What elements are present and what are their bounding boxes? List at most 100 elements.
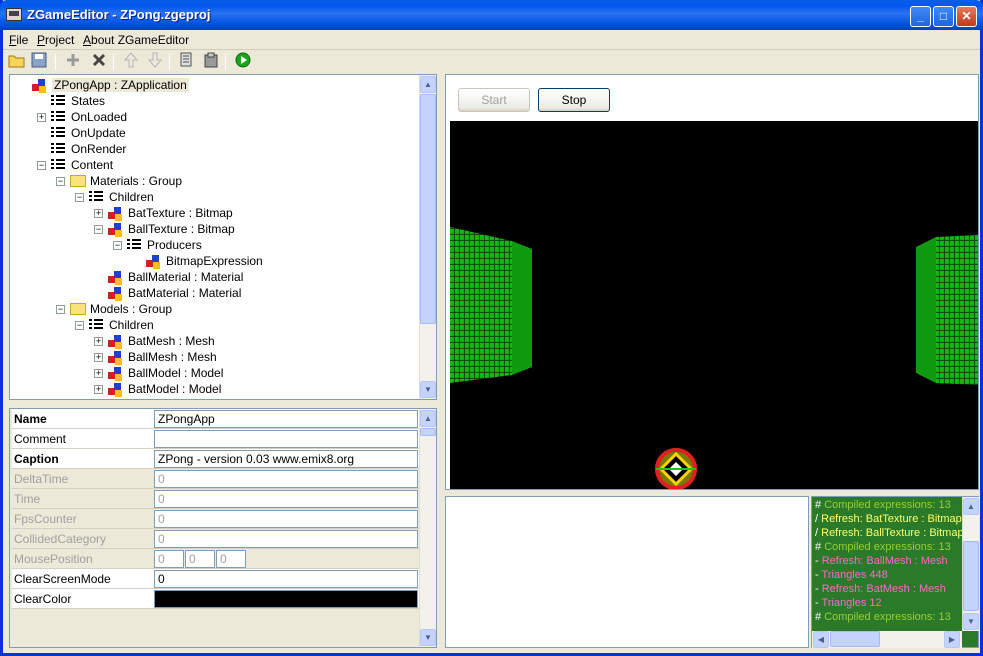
color-swatch[interactable]	[154, 590, 418, 608]
property-value-field[interactable]: 0	[154, 530, 418, 548]
scroll-up-icon[interactable]: ▲	[963, 498, 979, 515]
expand-icon[interactable]: +	[94, 385, 103, 394]
paste-icon[interactable]	[201, 52, 221, 72]
collapse-icon[interactable]: −	[94, 225, 103, 234]
tree-node[interactable]: + BatModel : Model	[10, 381, 410, 397]
move-up-icon[interactable]	[121, 52, 141, 72]
tree-node-label: Children	[109, 318, 154, 332]
tree-node[interactable]: − Content	[10, 157, 410, 173]
scroll-left-icon[interactable]: ◀	[813, 631, 829, 648]
scroll-thumb[interactable]	[420, 94, 436, 324]
property-value-field[interactable]: 0	[154, 570, 418, 588]
property-value-field[interactable]: 0	[185, 550, 215, 568]
tree-node[interactable]: − BallTexture : Bitmap	[10, 221, 410, 237]
tree-scrollbar[interactable]: ▲ ▼	[419, 75, 436, 399]
start-button[interactable]: Start	[458, 88, 530, 112]
scroll-thumb[interactable]	[420, 428, 436, 436]
tree-node[interactable]: OnRender	[10, 141, 410, 157]
scroll-right-icon[interactable]: ▶	[944, 631, 960, 648]
component-tree[interactable]: ZPongApp : ZApplication States + OnLoaded On…	[9, 74, 437, 400]
collapse-icon[interactable]: −	[56, 305, 65, 314]
menu-file[interactable]: File	[9, 33, 28, 47]
collapse-icon[interactable]: −	[75, 193, 84, 202]
main-window: ZGameEditor - ZPong.zgeproj _ □ ✕ File P…	[0, 0, 983, 656]
run-icon[interactable]	[233, 52, 253, 72]
message-area[interactable]	[445, 496, 809, 648]
scroll-down-icon[interactable]: ▼	[963, 613, 979, 630]
tree-node[interactable]: States	[10, 93, 410, 109]
tree-node[interactable]: + BallMesh : Mesh	[10, 349, 410, 365]
tree-node-label: Producers	[147, 238, 202, 252]
game-viewport[interactable]	[450, 121, 978, 489]
component-icon	[108, 335, 124, 349]
stop-button[interactable]: Stop	[538, 88, 610, 112]
move-down-icon[interactable]	[145, 52, 165, 72]
tree-node-label: BallTexture : Bitmap	[128, 222, 235, 236]
expand-icon[interactable]: +	[94, 209, 103, 218]
tree-node[interactable]: − Children	[10, 189, 410, 205]
property-name: MousePosition	[14, 552, 93, 566]
property-name: Name	[14, 412, 47, 426]
save-icon[interactable]	[29, 52, 49, 72]
minimize-button[interactable]: _	[910, 6, 931, 27]
tree-node[interactable]: + BatTexture : Bitmap	[10, 205, 410, 221]
scroll-up-icon[interactable]: ▲	[420, 410, 436, 427]
tree-node-label: ZPongApp : ZApplication	[52, 78, 189, 92]
tree-node[interactable]: OnUpdate	[10, 125, 410, 141]
tree-node[interactable]: + BallModel : Model	[10, 365, 410, 381]
list-icon	[89, 319, 103, 331]
expand-icon[interactable]: +	[94, 337, 103, 346]
property-value-field[interactable]: 0	[216, 550, 246, 568]
collapse-icon[interactable]: −	[56, 177, 65, 186]
property-value-field[interactable]: 0	[154, 470, 418, 488]
property-value-field[interactable]: ZPong - version 0.03 www.emix8.org	[154, 450, 418, 468]
tree-node-label: OnUpdate	[71, 126, 126, 140]
delete-icon[interactable]	[89, 52, 109, 72]
property-value-field[interactable]: 0	[154, 550, 184, 568]
tree-node[interactable]: + OnLoaded	[10, 109, 410, 125]
scroll-thumb[interactable]	[963, 541, 979, 611]
scroll-thumb[interactable]	[830, 631, 880, 647]
log-panel: # Compiled expressions: 13 / Refresh: Bat…	[811, 496, 979, 648]
menu-about[interactable]: About ZGameEditor	[83, 33, 189, 47]
title-bar[interactable]: ZGameEditor - ZPong.zgeproj _ □ ✕	[0, 0, 983, 30]
collapse-icon[interactable]: −	[113, 241, 122, 250]
props-scrollbar[interactable]: ▲ ▼	[419, 409, 436, 647]
expand-icon[interactable]: +	[94, 369, 103, 378]
maximize-button[interactable]: □	[933, 6, 954, 27]
tree-node[interactable]: − Children	[10, 317, 410, 333]
log-scrollbar[interactable]: ▲ ▼	[962, 497, 979, 631]
tree-node[interactable]: BallMaterial : Material	[10, 269, 410, 285]
tree-node[interactable]: + BatMesh : Mesh	[10, 333, 410, 349]
expand-icon[interactable]: +	[37, 113, 46, 122]
close-button[interactable]: ✕	[956, 6, 977, 27]
tree-node[interactable]: − Producers	[10, 237, 410, 253]
add-icon[interactable]	[63, 52, 83, 72]
tree-node[interactable]: ZPongApp : ZApplication	[10, 77, 410, 93]
property-value-field[interactable]	[154, 430, 418, 448]
property-value-field[interactable]: ZPongApp	[154, 410, 418, 428]
tree-node[interactable]: BitmapExpression	[10, 253, 410, 269]
component-icon	[108, 287, 124, 301]
copy-icon[interactable]	[177, 52, 197, 72]
menu-project[interactable]: Project	[37, 33, 74, 47]
component-icon	[146, 255, 162, 269]
tree-node[interactable]: − Models : Group	[10, 301, 410, 317]
open-folder-icon[interactable]	[7, 52, 27, 72]
scroll-down-icon[interactable]: ▼	[420, 381, 436, 398]
collapse-icon[interactable]: −	[75, 321, 84, 330]
property-value-field[interactable]: 0	[154, 510, 418, 528]
tree-node[interactable]: − Materials : Group	[10, 173, 410, 189]
log-line: # Compiled expressions: 13	[815, 611, 951, 623]
collapse-icon[interactable]: −	[37, 161, 46, 170]
scroll-up-icon[interactable]: ▲	[420, 76, 436, 93]
tree-node-label: BitmapExpression	[166, 254, 263, 268]
tree-node[interactable]: BatMaterial : Material	[10, 285, 410, 301]
property-name: ClearScreenMode	[14, 572, 111, 586]
log-hscrollbar[interactable]: ◀ ▶	[812, 631, 962, 648]
list-icon	[51, 143, 65, 155]
property-value-field[interactable]: 0	[154, 490, 418, 508]
expand-icon[interactable]: +	[94, 353, 103, 362]
scroll-down-icon[interactable]: ▼	[420, 629, 436, 646]
log-line: / Refresh: BatTexture : Bitmap	[815, 513, 962, 525]
